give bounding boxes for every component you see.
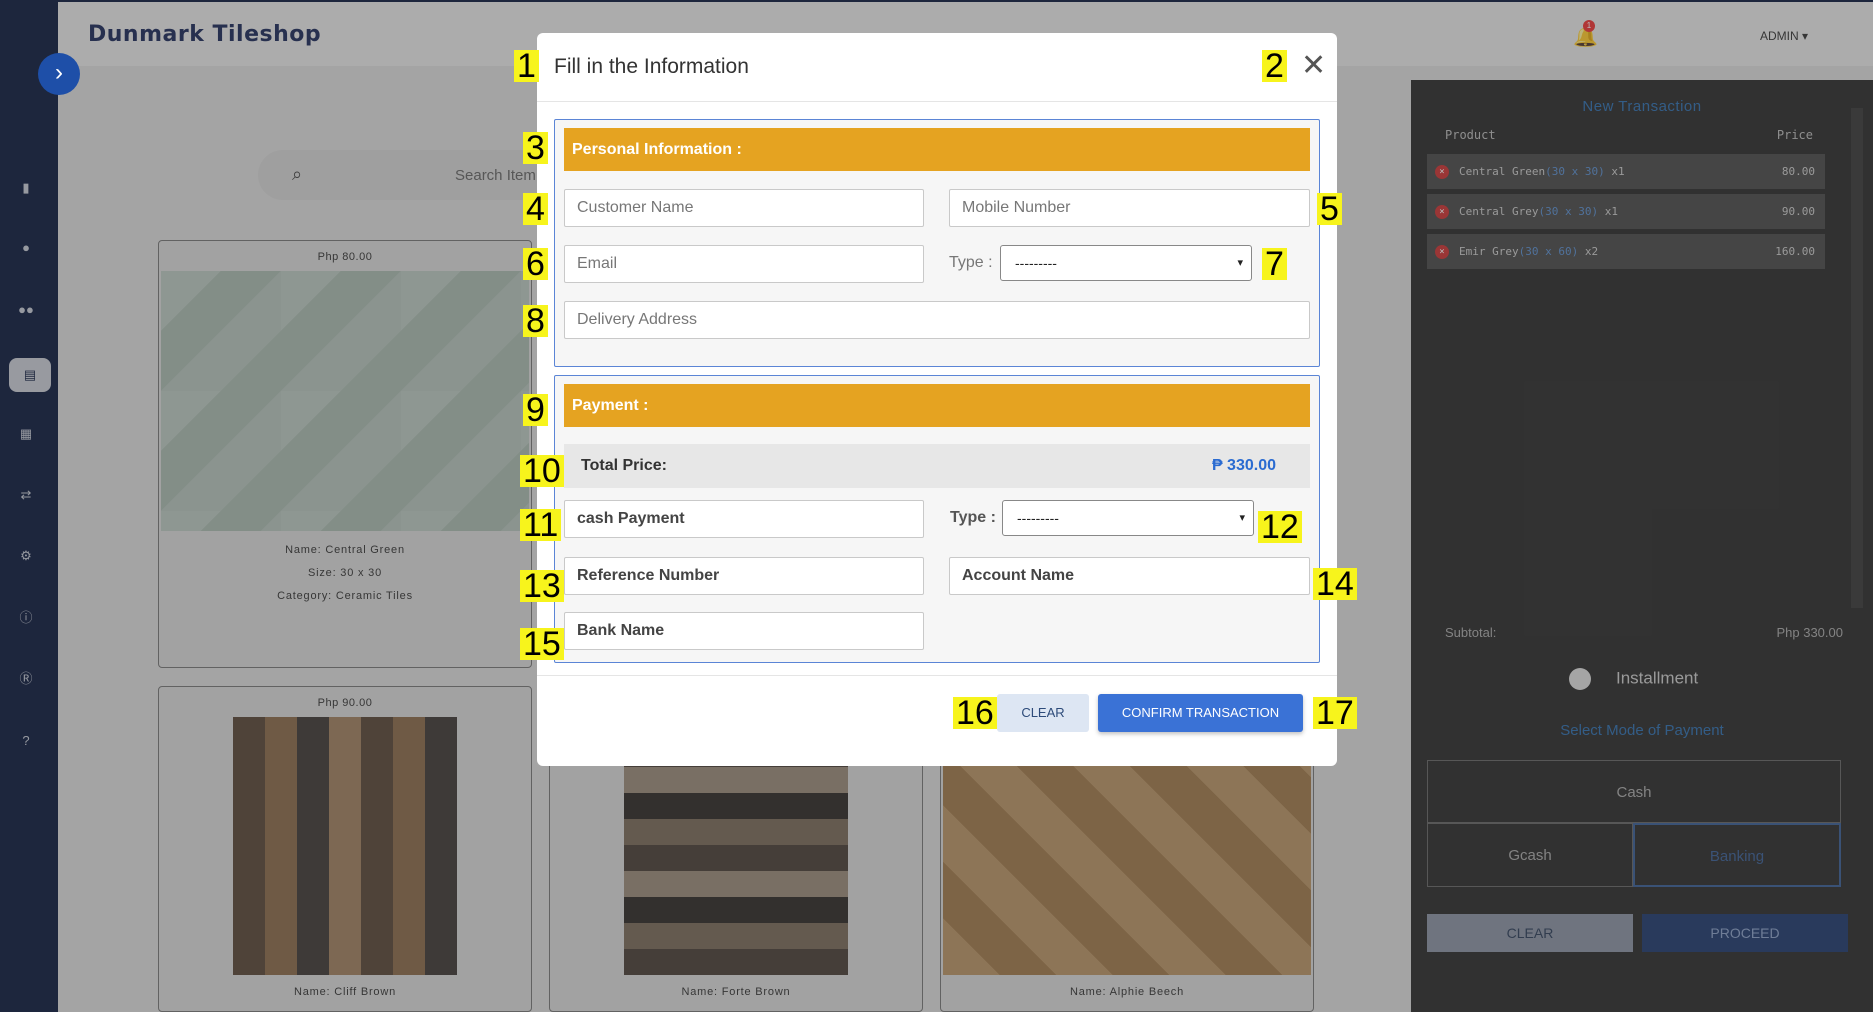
total-price-row: Total Price: ₱ 330.00 bbox=[564, 444, 1310, 488]
type-label: Type : bbox=[949, 254, 993, 271]
annotation-tag-1: 1 bbox=[514, 49, 539, 83]
mobile-number-field[interactable]: Mobile Number bbox=[949, 189, 1310, 227]
total-price-value: ₱ 330.00 bbox=[1211, 457, 1276, 474]
divider bbox=[537, 101, 1337, 102]
close-icon[interactable]: ✕ bbox=[1301, 51, 1326, 81]
reference-number-field[interactable]: Reference Number bbox=[564, 557, 924, 595]
annotation-tag-12: 12 bbox=[1258, 510, 1302, 544]
email-field[interactable]: Email bbox=[564, 245, 924, 283]
annotation-tag-4: 4 bbox=[523, 192, 548, 226]
selected-value: --------- bbox=[1015, 255, 1057, 271]
annotation-tag-15: 15 bbox=[520, 627, 564, 661]
annotation-tag-17: 17 bbox=[1313, 696, 1357, 730]
annotation-tag-9: 9 bbox=[523, 393, 548, 427]
cash-payment-field[interactable]: cash Payment bbox=[564, 500, 924, 538]
confirm-transaction-button[interactable]: CONFIRM TRANSACTION bbox=[1098, 694, 1303, 732]
annotation-tag-10: 10 bbox=[520, 454, 564, 488]
payment-section: Payment : Total Price: ₱ 330.00 cash Pay… bbox=[554, 375, 1320, 663]
bank-name-field[interactable]: Bank Name bbox=[564, 612, 924, 650]
annotation-tag-13: 13 bbox=[520, 569, 564, 603]
chevron-right-icon[interactable]: › bbox=[38, 53, 80, 95]
annotation-tag-7: 7 bbox=[1262, 247, 1287, 281]
modal-clear-button[interactable]: CLEAR bbox=[997, 694, 1089, 732]
personal-info-header: Personal Information : bbox=[564, 128, 1310, 171]
chevron-down-icon: ▾ bbox=[1237, 257, 1243, 269]
annotation-tag-8: 8 bbox=[523, 304, 548, 338]
payment-type-label: Type : bbox=[950, 509, 996, 526]
payment-type-select[interactable]: --------- ▾ bbox=[1002, 500, 1254, 536]
modal-title: Fill in the Information bbox=[554, 55, 749, 78]
divider bbox=[537, 675, 1337, 676]
total-price-label: Total Price: bbox=[581, 457, 667, 474]
annotation-tag-6: 6 bbox=[523, 247, 548, 281]
annotation-tag-3: 3 bbox=[523, 131, 548, 165]
delivery-address-field[interactable]: Delivery Address bbox=[564, 301, 1310, 339]
payment-header: Payment : bbox=[564, 384, 1310, 427]
chevron-down-icon: ▾ bbox=[1239, 512, 1245, 524]
customer-name-field[interactable]: Customer Name bbox=[564, 189, 924, 227]
personal-info-section: Personal Information : Customer Name Mob… bbox=[554, 119, 1320, 367]
annotation-tag-5: 5 bbox=[1317, 192, 1342, 226]
annotation-tag-2: 2 bbox=[1262, 49, 1287, 83]
information-modal: Fill in the Information ✕ Personal Infor… bbox=[537, 33, 1337, 766]
annotation-tag-16: 16 bbox=[953, 696, 997, 730]
customer-type-select[interactable]: --------- ▾ bbox=[1000, 245, 1252, 281]
selected-value: --------- bbox=[1017, 510, 1059, 526]
annotation-tag-11: 11 bbox=[520, 508, 562, 542]
account-name-field[interactable]: Account Name bbox=[949, 557, 1310, 595]
annotation-tag-14: 14 bbox=[1313, 567, 1357, 601]
